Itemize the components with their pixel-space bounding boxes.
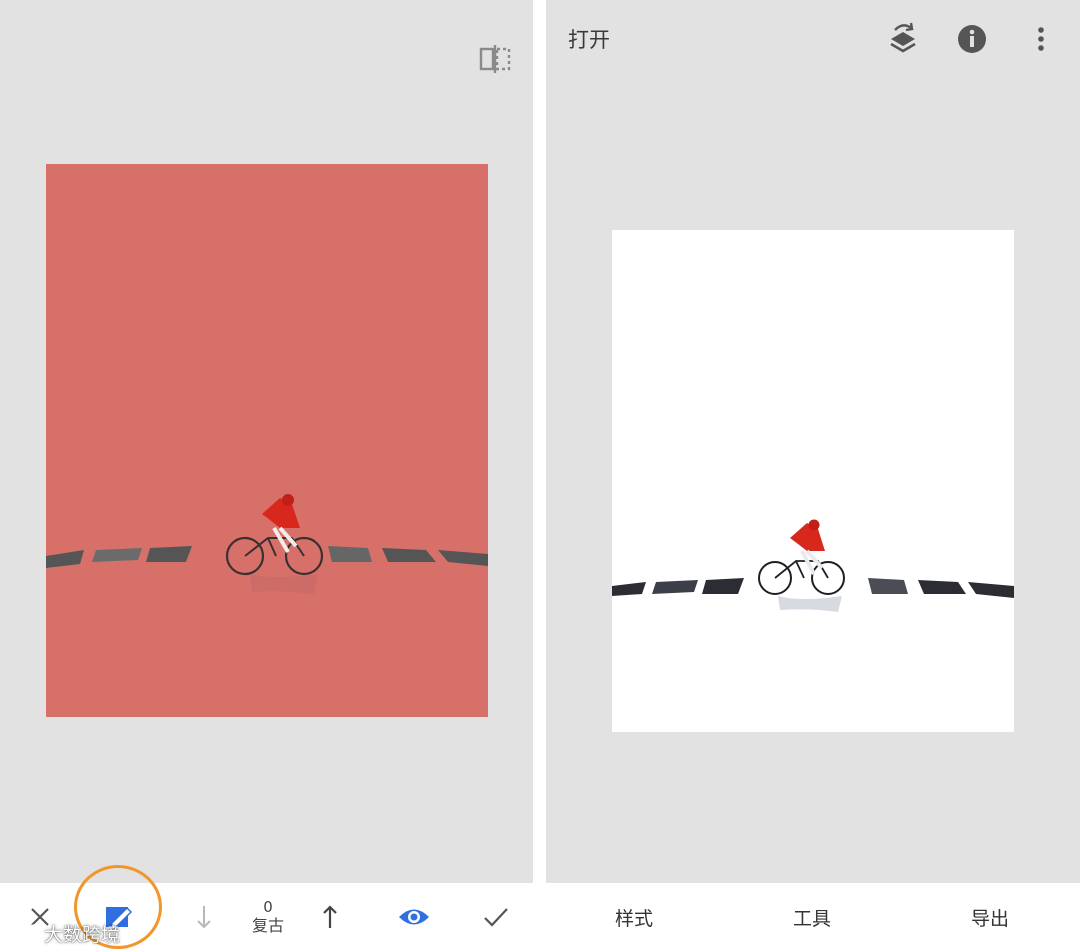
info-icon[interactable] <box>955 22 989 56</box>
eye-icon[interactable] <box>392 883 436 951</box>
layers-undo-icon[interactable] <box>886 22 920 56</box>
close-icon[interactable] <box>18 883 62 951</box>
panel-divider <box>533 0 546 951</box>
tab-tools[interactable]: 工具 <box>764 883 860 951</box>
tab-export[interactable]: 导出 <box>942 883 1038 951</box>
compare-split-icon[interactable] <box>476 42 514 76</box>
arrow-up-icon[interactable] <box>314 883 346 951</box>
strength-readout: 0 复古 <box>244 883 292 951</box>
main-tabbar: 样式 工具 导出 <box>546 883 1080 951</box>
arrow-down-icon[interactable] <box>188 883 220 951</box>
strength-value: 0 <box>263 898 273 916</box>
more-vert-icon[interactable] <box>1024 22 1058 56</box>
tab-styles[interactable]: 样式 <box>586 883 682 951</box>
open-button[interactable]: 打开 <box>568 24 610 54</box>
main-editor-panel: 打开 样式 工具 导出 <box>546 0 1080 951</box>
brush-mask-icon[interactable] <box>96 883 140 951</box>
masked-photo[interactable] <box>46 164 488 717</box>
checkmark-icon[interactable] <box>474 883 518 951</box>
strength-label: 复古 <box>251 916 284 935</box>
edited-photo[interactable] <box>612 230 1014 732</box>
brush-toolbar: 0 复古 <box>0 883 533 951</box>
brush-edit-panel: 0 复古 <box>0 0 533 951</box>
